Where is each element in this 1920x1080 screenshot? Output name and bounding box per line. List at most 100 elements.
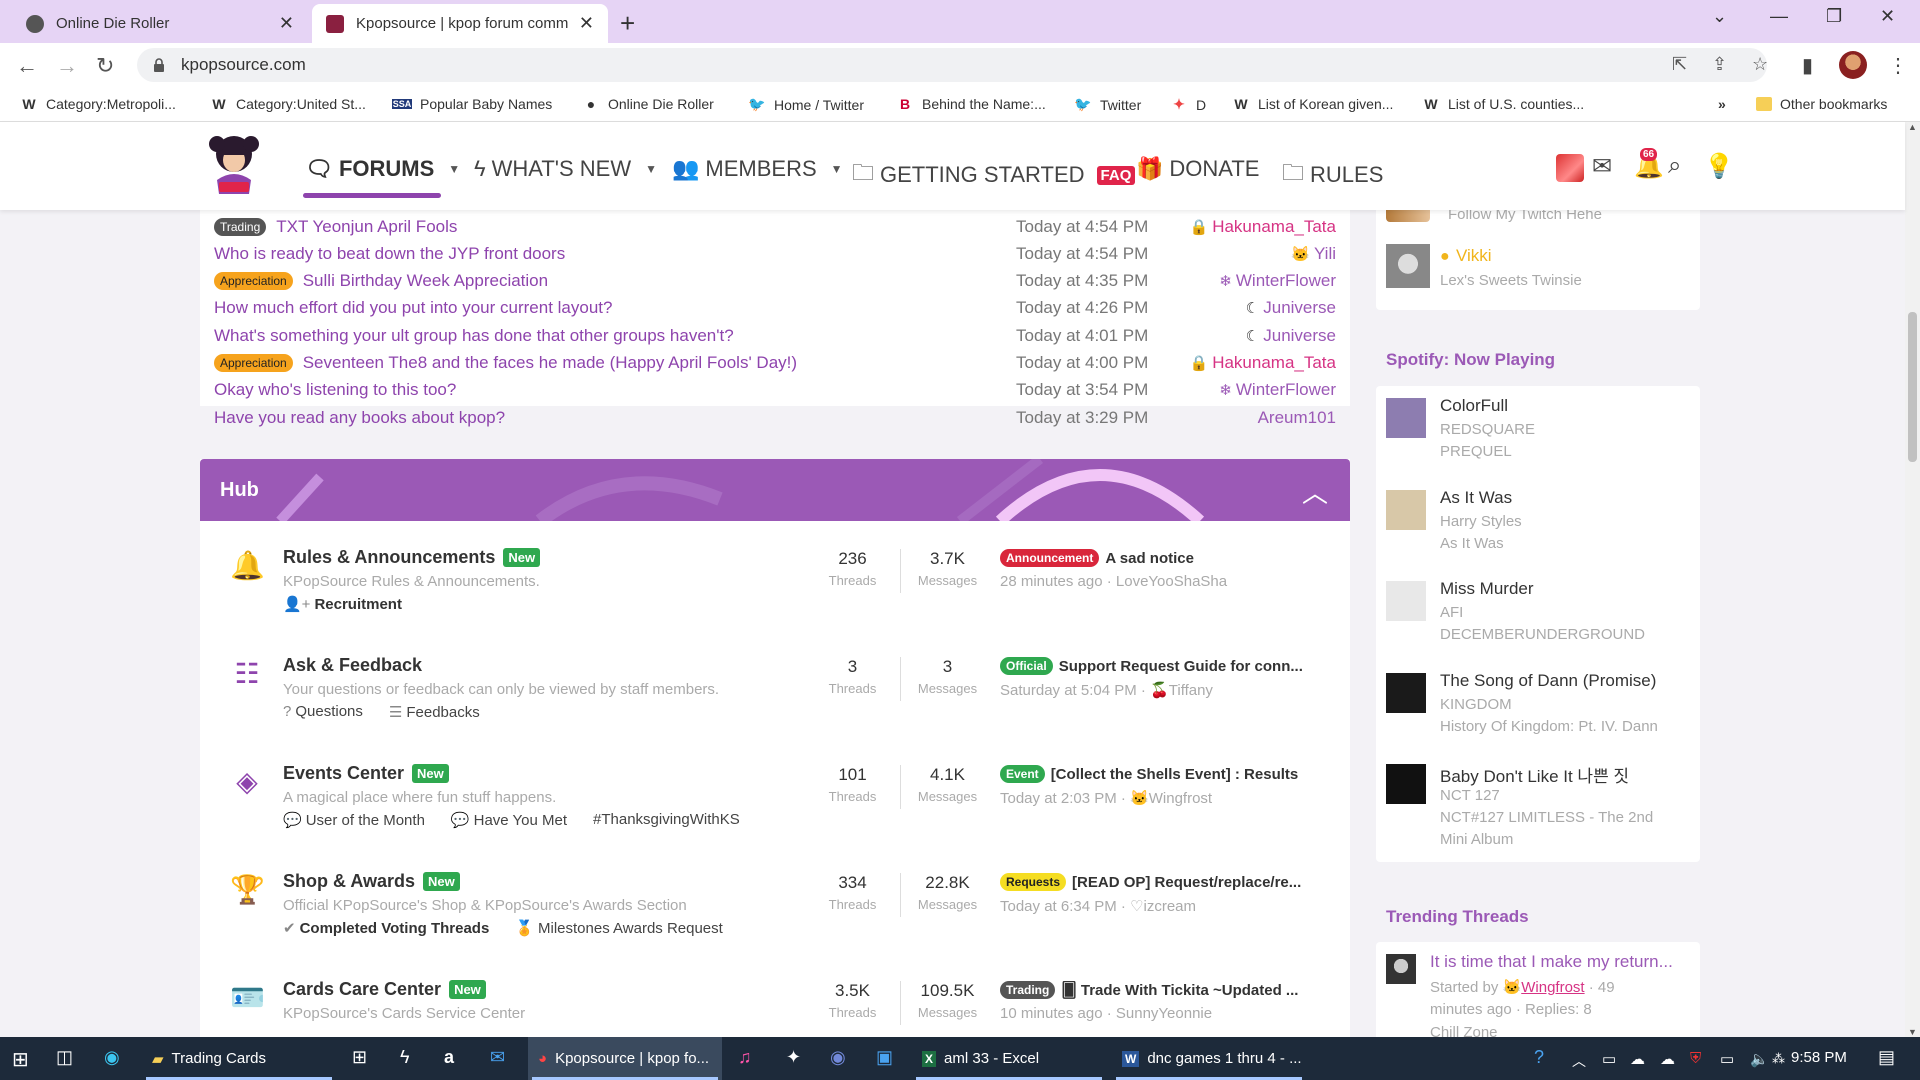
page-scrollbar[interactable]: ▲ ▼ [1905, 122, 1920, 1037]
thread-title-link[interactable]: Have you read any books about kpop? [214, 408, 505, 428]
shield-icon[interactable]: ⛨ [1690, 1050, 1701, 1067]
taskbar-app-chrome[interactable]: ◕ Kpopsource | kpop fo... [528, 1037, 722, 1080]
lightbulb-icon[interactable]: 💡 [1704, 152, 1734, 181]
thread-title-link[interactable]: Appreciation Sulli Birthday Week Apprecia… [214, 271, 548, 291]
subforum-link[interactable]: 🏅 Milestones Awards Request [515, 919, 723, 937]
mail-icon[interactable]: ✉ [490, 1047, 505, 1068]
user-row[interactable]: Follow My Twitch Hehe [1386, 210, 1686, 240]
input-method-icon[interactable]: ⁂ [1772, 1051, 1785, 1067]
cloud-sync-icon[interactable]: ☁ [1660, 1050, 1675, 1068]
new-post-row[interactable]: Appreciation Sulli Birthday Week Apprecia… [214, 268, 1336, 295]
address-bar[interactable]: kpopsource.com [137, 48, 1767, 82]
edge-icon[interactable]: ◉ [104, 1047, 120, 1068]
bookmark-item[interactable]: ✦ D [1170, 96, 1206, 113]
store-icon[interactable]: ⊞ [352, 1047, 367, 1068]
bookmark-item[interactable]: 🐦 Twitter [1074, 96, 1141, 113]
close-window-icon[interactable]: ✕ [1880, 6, 1895, 27]
bookmark-item[interactable]: B Behind the Name:... [896, 96, 1046, 112]
thread-title-link[interactable]: Appreciation Seventeen The8 and the faces… [214, 353, 797, 373]
other-bookmarks-folder[interactable]: Other bookmarks [1756, 96, 1887, 112]
last-post-title-link[interactable]: Event [Collect the Shells Event] : Result… [1000, 765, 1320, 783]
close-tab-icon[interactable]: ✕ [279, 13, 294, 34]
new-post-row[interactable]: How much effort did you put into your cu… [214, 295, 1336, 322]
last-post-title-link[interactable]: Announcement A sad notice [1000, 549, 1320, 567]
thread-title-link[interactable]: Trading TXT Yeonjun April Fools [214, 217, 457, 237]
scroll-down-icon[interactable]: ▼ [1908, 1027, 1917, 1037]
kpopsource-logo[interactable] [205, 132, 263, 198]
profile-avatar[interactable] [1839, 51, 1867, 79]
new-post-row[interactable]: Trading TXT Yeonjun April Fools Today at 4… [214, 213, 1336, 240]
forum-name-link[interactable]: Shop & Awards New [283, 871, 460, 892]
envelope-icon[interactable]: ✉ [1592, 152, 1612, 181]
chevron-down-icon[interactable]: ▼ [448, 162, 460, 176]
discord-icon[interactable]: ◉ [830, 1047, 846, 1068]
forum-name-link[interactable]: Cards Care Center New [283, 979, 486, 1000]
taskbar-app-excel[interactable]: X aml 33 - Excel [912, 1037, 1106, 1080]
subforum-link[interactable]: 💬 Have You Met [451, 811, 567, 829]
bookmark-star-icon[interactable]: ☆ [1752, 54, 1768, 75]
chevron-up-icon[interactable]: ︿ [1302, 473, 1328, 510]
nav-rules[interactable]: 🗀 RULES [1282, 156, 1383, 194]
help-icon[interactable]: ? [1534, 1047, 1544, 1068]
nav-whats-new[interactable]: ϟ WHAT'S NEW ▼ [474, 156, 657, 182]
hub-header[interactable]: Hub ︿ [200, 459, 1350, 521]
post-user[interactable]: 🔒 Hakunama_Tata [1190, 217, 1337, 237]
menu-icon[interactable]: ⋮ [1888, 53, 1908, 78]
open-in-app-icon[interactable]: ⇱ [1672, 54, 1687, 75]
nav-donate[interactable]: 🎁 DONATE [1136, 156, 1259, 182]
new-tab-icon[interactable]: + [620, 8, 635, 39]
forum-name-link[interactable]: Ask & Feedback [283, 655, 422, 676]
taskbar-app-trading-cards[interactable]: ▰ Trading Cards [142, 1037, 336, 1080]
nav-forums[interactable]: 🗨 FORUMS ▼ [305, 156, 460, 182]
close-tab-icon[interactable]: ✕ [579, 13, 594, 34]
trending-thread-forum[interactable]: Chill Zone [1430, 1024, 1498, 1037]
song-item[interactable]: The Song of Dann (Promise) KINGDOM History… [1386, 663, 1686, 753]
post-user[interactable]: ❄ WinterFlower [1219, 380, 1336, 400]
post-user[interactable]: ❄ WinterFlower [1219, 271, 1336, 291]
thread-title-link[interactable]: Okay who's listening to this too? [214, 380, 456, 400]
tab-online-die-roller[interactable]: Online Die Roller ✕ [12, 4, 308, 43]
thread-title-link[interactable]: How much effort did you put into your cu… [214, 298, 612, 318]
winamp-icon[interactable]: ϟ [400, 1047, 410, 1068]
user-row[interactable]: ● Vikki Lex's Sweets Twinsie [1386, 242, 1686, 292]
new-post-row[interactable]: Have you read any books about kpop? Today… [214, 404, 1336, 431]
post-user[interactable]: Areum101 [1258, 408, 1336, 428]
user-name[interactable]: Vikki [1456, 246, 1492, 266]
last-post-title-link[interactable]: Requests [READ OP] Request/replace/re... [1000, 873, 1320, 891]
itunes-icon[interactable]: ♫ [738, 1047, 752, 1068]
song-item[interactable]: As It Was Harry Styles As It Was [1386, 480, 1686, 570]
forum-name-link[interactable]: Events Center New [283, 763, 449, 784]
notifications-icon[interactable]: ▤ [1878, 1047, 1895, 1068]
bookmark-item[interactable]: W Category:United St... [210, 96, 366, 112]
nav-members[interactable]: 👥 MEMBERS ▼ [672, 156, 843, 182]
tab-kpopsource[interactable]: Kpopsource | kpop forum comm ✕ [312, 4, 608, 43]
song-item[interactable]: Miss Murder AFI DECEMBERUNDERGROUND [1386, 571, 1686, 661]
song-item[interactable]: ColorFull REDSQUARE PREQUEL [1386, 388, 1686, 478]
user-avatar[interactable] [1556, 154, 1584, 182]
subforum-link[interactable]: 👤+ Recruitment [283, 595, 402, 613]
subforum-link[interactable]: 💬 User of the Month [283, 811, 425, 829]
share-icon[interactable]: ⇪ [1712, 54, 1727, 75]
search-icon[interactable]: ⌕ [1668, 152, 1681, 180]
nav-getting-started[interactable]: 🗀 GETTING STARTED FAQ [852, 156, 1136, 194]
post-user[interactable]: 🐱 Yili [1291, 244, 1336, 264]
thread-title-link[interactable]: Who is ready to beat down the JYP front … [214, 244, 565, 264]
chevron-down-icon[interactable]: ▼ [831, 162, 843, 176]
chevron-down-icon[interactable]: ▼ [645, 162, 657, 176]
trending-thread-item[interactable]: It is time that I make my return... Star… [1386, 950, 1686, 1037]
thread-author[interactable]: Wingfrost [1521, 979, 1584, 996]
last-post-title-link[interactable]: Trading 🂠 Trade With Tickita ~Updated ... [1000, 981, 1320, 999]
bookmark-item[interactable]: W Category:Metropoli... [20, 96, 176, 112]
network-icon[interactable]: ▭ [1720, 1050, 1734, 1068]
song-item[interactable]: Baby Don't Like It 나쁜 짓 NCT 127 NCT#127 LI… [1386, 754, 1686, 848]
restore-icon[interactable]: ❐ [1826, 6, 1842, 27]
post-user[interactable]: ☾ Juniverse [1246, 298, 1336, 318]
bookmark-item[interactable]: W List of U.S. counties... [1422, 96, 1584, 112]
media-app-icon[interactable]: ▣ [876, 1047, 893, 1068]
tab-search-icon[interactable]: ⌄ [1712, 6, 1727, 27]
subforum-link[interactable]: ☰ Feedbacks [389, 703, 480, 721]
scrollbar-thumb[interactable] [1908, 312, 1917, 462]
amazon-icon[interactable]: a [444, 1047, 454, 1068]
bird-app-icon[interactable]: ✦ [786, 1047, 801, 1068]
minimize-icon[interactable]: — [1770, 6, 1788, 27]
